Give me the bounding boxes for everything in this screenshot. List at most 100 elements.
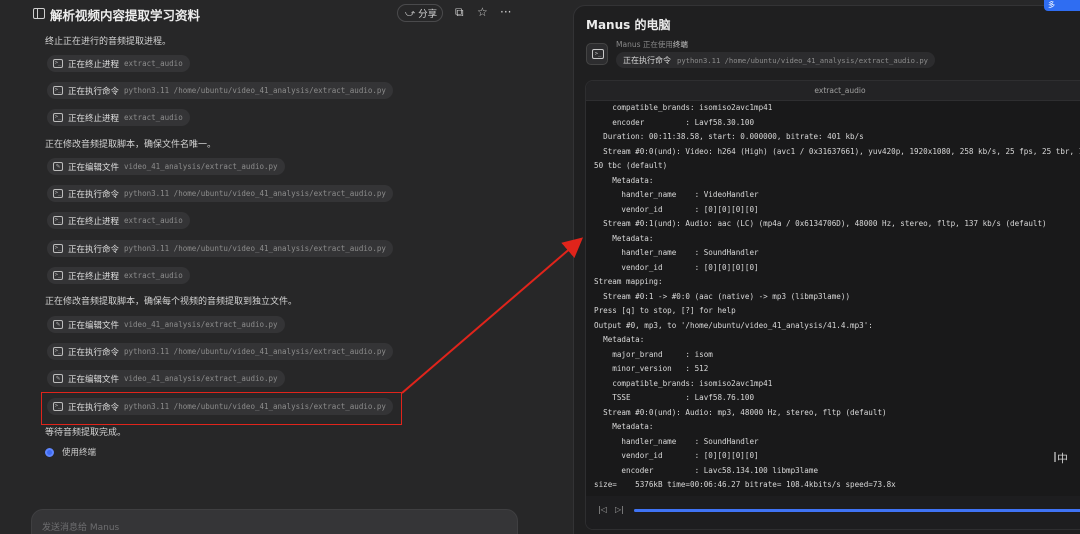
share-icon: ⤻ [405,7,416,19]
more-icon[interactable]: ··· [500,5,511,19]
terminal-icon: >_ [53,347,63,356]
terminal-line: Metadata: [594,233,654,243]
step-chip[interactable]: ✎ 正在编辑文件 video_41_analysis/extract_audio.p… [47,158,285,175]
terminal-line: Stream #0:0(und): Audio: mp3, 48000 Hz, … [594,407,887,417]
terminal-line: Stream #0:1 -> #0:0 (aac (native) -> mp3… [594,291,851,301]
step-label: 正在终止进程 [68,113,120,124]
terminal-line: Metadata: [594,422,654,431]
terminal-icon: >_ [53,86,63,95]
terminal-line: Duration: 00:11:38.58, start: 0.000000, … [594,132,864,141]
terminal-icon: >_ [53,271,63,280]
step-arg: video_41_analysis/extract_audio.py [124,374,278,383]
terminal-output: compatible_brands: isomiso2avc1mp41 enco… [594,101,1080,496]
status-dot-icon [45,447,54,457]
terminal-line: Stream #0:0(und): Video: h264 (High) (av… [594,146,1080,156]
step-label: 正在执行命令 [68,189,120,200]
terminal-line: compatible_brands: isomiso2avc1mp41 [594,378,773,388]
step-arg: video_41_analysis/extract_audio.py [124,162,278,171]
step-arg: python3.11 /home/ubuntu/video_41_analysi… [124,189,386,198]
step-arg: extract_audio [124,113,183,122]
step-chip[interactable]: >_ 正在执行命令 python3.11 /home/ubuntu/video_41… [47,240,393,257]
terminal-line: Output #0, mp3, to '/home/ubuntu/video_4… [594,320,873,330]
step-chip[interactable]: ✎ 正在编辑文件 video_41_analysis/extract_audio.p… [47,316,285,333]
terminal-line: Metadata: [594,175,654,185]
assistant-message: 终止正在进行的音频提取进程。 [45,37,172,47]
step-arg: python3.11 /home/ubuntu/video_41_analysi… [124,347,386,356]
step-chip[interactable]: >_ 正在终止进程 extract_audio [47,267,190,284]
skip-forward-icon[interactable]: ▷| [615,505,624,514]
terminal-icon: >_ [53,113,63,122]
terminal-line: Stream #0:1(und): Audio: aac (LC) (mp4a … [594,219,1047,228]
terminal-icon: >_ [53,244,63,253]
terminal-line: handler_name : SoundHandler [594,436,759,446]
terminal-icon: >_ [53,59,63,68]
sidebar-toggle-icon[interactable] [33,8,45,19]
status-text: 使用终端 [62,448,97,458]
step-label: 正在终止进程 [68,216,120,227]
terminal-footer: |◁ ▷| [586,496,1080,529]
step-label: 正在编辑文件 [68,162,120,173]
terminal-line: encoder : Lavc58.134.100 libmp3lame [594,465,819,475]
terminal-line: vendor_id : [0][0][0][0] [594,262,759,272]
step-chip[interactable]: >_ 正在终止进程 extract_audio [47,109,190,126]
assistant-message: 等待音频提取完成。 [45,428,127,438]
step-label: 正在执行命令 [68,347,120,358]
terminal-line: handler_name : VideoHandler [594,190,759,199]
edit-file-icon: ✎ [53,162,63,171]
terminal-line: Press [q] to stop, [?] for help [594,306,736,315]
step-chip[interactable]: >_ 正在终止进程 extract_audio [47,212,190,229]
computer-title: Manus 的电脑 [586,18,671,32]
step-arg: python3.11 /home/ubuntu/video_41_analysi… [124,244,386,253]
terminal-icon: >_ [53,216,63,225]
step-chip[interactable]: >_ 正在终止进程 extract_audio [47,55,190,72]
step-chip[interactable]: >_ 正在执行命令 python3.11 /home/ubuntu/video_41… [47,185,393,202]
step-label: 正在执行命令 [68,86,120,97]
step-chip[interactable]: >_ 正在执行命令 python3.11 /home/ubuntu/video_41… [47,343,393,360]
status-row: 使用终端 [45,446,96,458]
terminal-line: vendor_id : [0][0][0][0] [594,204,759,214]
terminal-tool-icon: >_ [586,43,608,65]
terminal-title: extract_audio [586,81,1080,101]
edit-file-icon: ✎ [53,374,63,383]
task-title: 解析视频内容提取学习资料 [50,8,201,23]
chat-pane: 解析视频内容提取学习资料 ⤻ 分享 ⧉ ☆ ··· 终止正在进行的音频提取进程。… [0,0,560,534]
playback-progress[interactable] [634,509,1080,512]
ime-indicator: 中 [1054,452,1068,465]
current-command-chip: 正在执行命令 python3.11 /home/ubuntu/video_41_… [616,52,935,68]
message-input-placeholder: 发送消息给 Manus [42,523,120,533]
terminal-icon: >_ [53,189,63,198]
command-arg: python3.11 /home/ubuntu/video_41_analysi… [677,55,928,65]
edit-file-icon: ✎ [53,320,63,329]
step-chip[interactable]: >_ 正在执行命令 python3.11 /home/ubuntu/video_41… [47,82,393,99]
terminal-line: Metadata: [594,335,645,344]
using-tool: 终端 [672,40,688,49]
step-arg: python3.11 /home/ubuntu/video_41_analysi… [124,86,386,95]
skip-back-icon[interactable]: |◁ [598,505,607,514]
highlight-box [41,392,402,425]
using-prefix: Manus 正在使用 [616,40,673,49]
assistant-message: 正在修改音频提取脚本，确保文件名唯一。 [45,140,217,150]
message-input[interactable]: 发送消息给 Manus [31,509,518,534]
terminal-line: encoder : Lavf58.30.100 [594,117,755,127]
share-button[interactable]: ⤻ 分享 [397,4,443,22]
step-arg: extract_audio [124,216,183,225]
computer-panel: Manus 的电脑 >_ Manus 正在使用终端 正在执行命令 python3… [573,5,1080,534]
step-chip[interactable]: ✎ 正在编辑文件 video_41_analysis/extract_audio.p… [47,370,285,387]
terminal-line: TSSE : Lavf58.76.100 [594,393,755,402]
step-label: 正在编辑文件 [68,374,120,385]
chat-header: 解析视频内容提取学习资料 ⤻ 分享 ⧉ ☆ ··· [0,0,560,28]
terminal-window[interactable]: extract_audio compatible_brands: isomiso… [585,80,1080,530]
copy-icon[interactable]: ⧉ [455,5,464,20]
share-label: 分享 [418,9,438,20]
step-label: 正在编辑文件 [68,320,120,331]
star-icon[interactable]: ☆ [477,5,488,19]
terminal-line: 50 tbc (default) [594,161,668,170]
terminal-line: vendor_id : [0][0][0][0] [594,451,759,460]
corner-badge[interactable]: 多 [1044,0,1080,11]
step-label: 正在终止进程 [68,271,120,282]
step-arg: extract_audio [124,271,183,280]
terminal-line: major_brand : isom [594,349,713,359]
assistant-message: 正在修改音频提取脚本，确保每个视频的音频提取到独立文件。 [45,297,298,307]
step-arg: extract_audio [124,59,183,68]
step-label: 正在执行命令 [68,244,120,255]
